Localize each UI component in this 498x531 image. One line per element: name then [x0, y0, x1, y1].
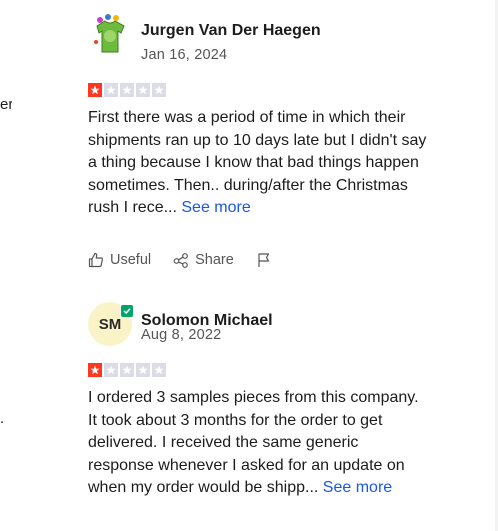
avatar-initials: SM: [98, 315, 122, 333]
review-header: SM Solomon Michael Aug 8, 2022: [88, 302, 428, 354]
left-edge-fragment: .: [0, 410, 5, 427]
review-actions: Useful Share: [88, 252, 428, 268]
star-icon: [104, 83, 118, 97]
star-icon: [152, 363, 166, 377]
star-rating: [88, 363, 428, 377]
star-icon: [88, 83, 102, 97]
flag-icon: [258, 252, 269, 267]
review-header: Jurgen Van Der Haegen Jan 16, 2024: [88, 12, 428, 64]
reviewer-name[interactable]: Jurgen Van Der Haegen: [141, 22, 321, 40]
tshirt-avatar-icon: [88, 12, 132, 56]
star-icon: [120, 363, 134, 377]
review-text: First there was a period of time in whic…: [88, 107, 428, 220]
verified-badge-icon: [120, 304, 134, 318]
useful-label: Useful: [110, 251, 152, 268]
report-button[interactable]: [256, 252, 272, 268]
review-body: First there was a period of time in whic…: [88, 109, 427, 216]
useful-button[interactable]: Useful: [88, 252, 151, 268]
star-icon: [136, 363, 150, 377]
star-rating: [88, 83, 428, 97]
review-date: Jan 16, 2024: [141, 47, 228, 63]
avatar[interactable]: [88, 12, 132, 56]
share-button[interactable]: Share: [173, 252, 234, 268]
star-icon: [104, 363, 118, 377]
thumbs-up-icon: [88, 252, 103, 267]
star-icon: [136, 83, 150, 97]
review-card: SM Solomon Michael Aug 8, 2022 I ordered…: [88, 302, 428, 500]
star-icon: [120, 83, 134, 97]
review-text: I ordered 3 samples pieces from this com…: [88, 387, 428, 500]
see-more-link[interactable]: See more: [181, 199, 250, 216]
share-icon: [173, 252, 189, 268]
see-more-link[interactable]: See more: [323, 479, 392, 496]
review-date: Aug 8, 2022: [141, 327, 222, 343]
star-icon: [152, 83, 166, 97]
share-label: Share: [195, 251, 234, 268]
review-card: Jurgen Van Der Haegen Jan 16, 2024 First…: [88, 12, 428, 268]
star-icon: [88, 363, 102, 377]
left-edge-fragment: er: [0, 96, 12, 113]
